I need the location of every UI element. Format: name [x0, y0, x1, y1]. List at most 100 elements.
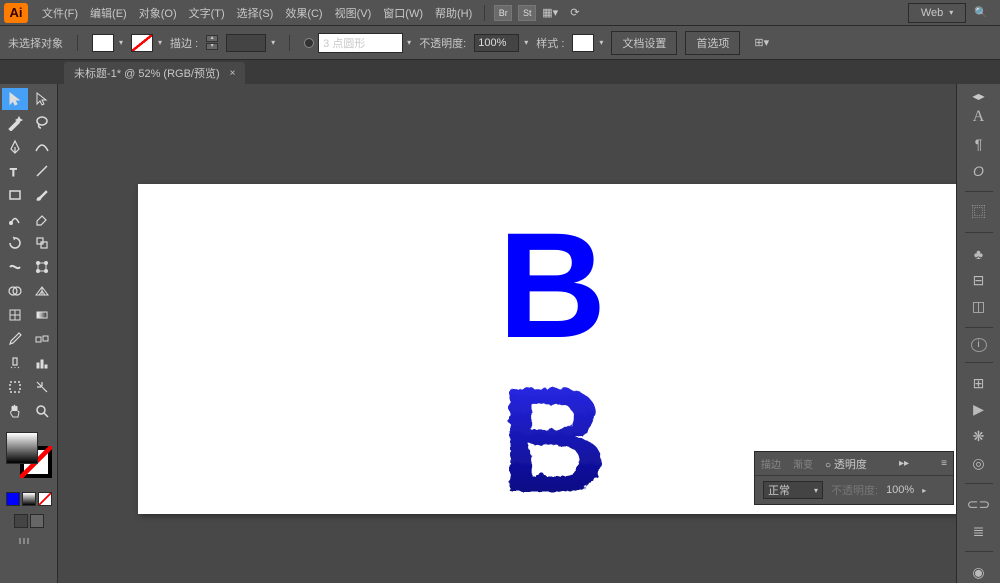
pathfinder-panel-icon[interactable]: ◫: [965, 296, 993, 317]
stroke-swatch[interactable]: [131, 34, 162, 52]
menu-edit[interactable]: 编辑(E): [84, 1, 133, 25]
pen-tool[interactable]: [2, 136, 28, 158]
zoom-tool[interactable]: [30, 400, 56, 422]
workspace-switcher[interactable]: Web▾: [908, 3, 966, 23]
pixel-preview-icon[interactable]: ⊞: [965, 373, 993, 394]
style-label: 样式 :: [536, 35, 564, 51]
menu-select[interactable]: 选择(S): [231, 1, 280, 25]
panel-expand-icon[interactable]: ▸▸: [899, 458, 909, 469]
color-chip-blue[interactable]: [6, 492, 20, 506]
shape-builder-tool[interactable]: [2, 280, 28, 302]
blend-tool[interactable]: [30, 328, 56, 350]
opacity-input[interactable]: [474, 34, 519, 52]
rectangle-tool[interactable]: [2, 184, 28, 206]
perspective-grid-tool[interactable]: [30, 280, 56, 302]
fill-box[interactable]: [6, 432, 38, 464]
line-tool[interactable]: [30, 160, 56, 182]
layers-panel-icon[interactable]: ≣: [965, 521, 993, 542]
paragraph-panel-icon[interactable]: ¶: [965, 134, 993, 155]
direct-selection-tool[interactable]: [30, 88, 56, 110]
menu-view[interactable]: 视图(V): [329, 1, 378, 25]
opacity-arrow-icon[interactable]: ▸: [922, 486, 926, 495]
stroke-weight-input[interactable]: [226, 34, 266, 52]
menu-object[interactable]: 对象(O): [133, 1, 183, 25]
eraser-tool[interactable]: [30, 208, 56, 230]
character-panel-icon[interactable]: A: [965, 107, 993, 128]
transparency-tab-label: 透明度: [834, 459, 867, 471]
eyedropper-tool[interactable]: [2, 328, 28, 350]
brush-select[interactable]: 3 点圆形: [318, 33, 403, 53]
play-icon[interactable]: ▶: [965, 399, 993, 420]
opentype-panel-icon[interactable]: O: [965, 160, 993, 181]
canvas[interactable]: B B: [58, 84, 956, 583]
transparency-tab[interactable]: ○ 透明度: [825, 456, 867, 472]
tab-title: 未标题-1* @ 52% (RGB/预览): [74, 65, 220, 81]
panel-opacity-label: 不透明度:: [831, 482, 878, 498]
cc-libraries-icon[interactable]: ◎: [965, 453, 993, 474]
stroke-weight-select[interactable]: [226, 34, 275, 52]
width-tool[interactable]: [2, 256, 28, 278]
arrange-doc-icon[interactable]: ▦▾: [542, 6, 564, 19]
menu-help[interactable]: 帮助(H): [429, 1, 478, 25]
symbol-panel-icon[interactable]: ♣: [965, 243, 993, 264]
info-panel-icon[interactable]: i: [971, 338, 987, 352]
stock-icon[interactable]: St: [518, 5, 536, 21]
link-panel-icon[interactable]: ⊂⊃: [965, 494, 993, 515]
scale-tool[interactable]: [30, 232, 56, 254]
color-panel-icon[interactable]: ◉: [965, 562, 993, 583]
menu-window[interactable]: 窗口(W): [377, 1, 429, 25]
gradient-tab[interactable]: 渐变: [793, 456, 813, 471]
menu-file[interactable]: 文件(F): [36, 1, 84, 25]
tab-close-icon[interactable]: ×: [230, 68, 236, 79]
blend-mode-select[interactable]: 正常▾: [763, 481, 823, 499]
align-icon[interactable]: ⊞▾: [754, 36, 769, 49]
divider: [289, 35, 290, 51]
menu-effect[interactable]: 效果(C): [279, 1, 328, 25]
type-tool[interactable]: T: [2, 160, 28, 182]
align-panel-icon[interactable]: ⊟: [965, 270, 993, 291]
color-chip-none[interactable]: [38, 492, 52, 506]
menu-type[interactable]: 文字(T): [183, 1, 231, 25]
gpu-icon[interactable]: ⟳: [570, 6, 592, 19]
rotate-tool[interactable]: [2, 232, 28, 254]
stroke-spinner[interactable]: ▴▾: [206, 35, 218, 50]
hand-tool[interactable]: [2, 400, 28, 422]
free-transform-tool[interactable]: [30, 256, 56, 278]
stroke-label: 描边 :: [170, 35, 198, 51]
screen-mode-full[interactable]: [30, 514, 44, 528]
curvature-tool[interactable]: [30, 136, 56, 158]
gradient-tool[interactable]: [30, 304, 56, 326]
shaper-tool[interactable]: [2, 208, 28, 230]
color-chip-gradient[interactable]: [22, 492, 36, 506]
document-tab[interactable]: 未标题-1* @ 52% (RGB/预览) ×: [64, 62, 245, 84]
doc-setup-button[interactable]: 文档设置: [611, 31, 677, 55]
preferences-button[interactable]: 首选项: [685, 31, 740, 55]
search-icon[interactable]: 🔍: [974, 6, 988, 19]
column-graph-tool[interactable]: [30, 352, 56, 374]
mesh-tool[interactable]: [2, 304, 28, 326]
symbol-sprayer-tool[interactable]: [2, 352, 28, 374]
style-swatch[interactable]: [572, 34, 603, 52]
collapse-icon[interactable]: ◀▶: [972, 92, 984, 101]
magic-wand-tool[interactable]: [2, 112, 28, 134]
brush-value: 3 点圆形: [323, 35, 365, 51]
opacity-select[interactable]: [474, 34, 528, 52]
stroke-tab[interactable]: 描边: [761, 456, 781, 471]
selection-tool[interactable]: [2, 88, 28, 110]
transform-panel-icon[interactable]: ⿴: [965, 202, 993, 223]
bridge-icon[interactable]: Br: [494, 5, 512, 21]
fill-stroke-indicator[interactable]: [6, 432, 52, 478]
lasso-tool[interactable]: [30, 112, 56, 134]
slice-tool[interactable]: [30, 376, 56, 398]
screen-mode-normal[interactable]: [14, 514, 28, 528]
panel-menu-icon[interactable]: ≡: [941, 458, 947, 469]
transparency-panel[interactable]: 描边 渐变 ○ 透明度 ▸▸ ≡ 正常▾ 不透明度: 100% ▸: [754, 451, 954, 505]
artboard-tool[interactable]: [2, 376, 28, 398]
panel-opacity-value: 100%: [886, 484, 914, 496]
blend-mode-value: 正常: [768, 482, 790, 498]
fill-swatch[interactable]: [92, 34, 123, 52]
paintbrush-tool[interactable]: [30, 184, 56, 206]
settings-panel-icon[interactable]: ❋: [965, 426, 993, 447]
divider: [77, 35, 78, 51]
menu-divider: [484, 5, 485, 21]
